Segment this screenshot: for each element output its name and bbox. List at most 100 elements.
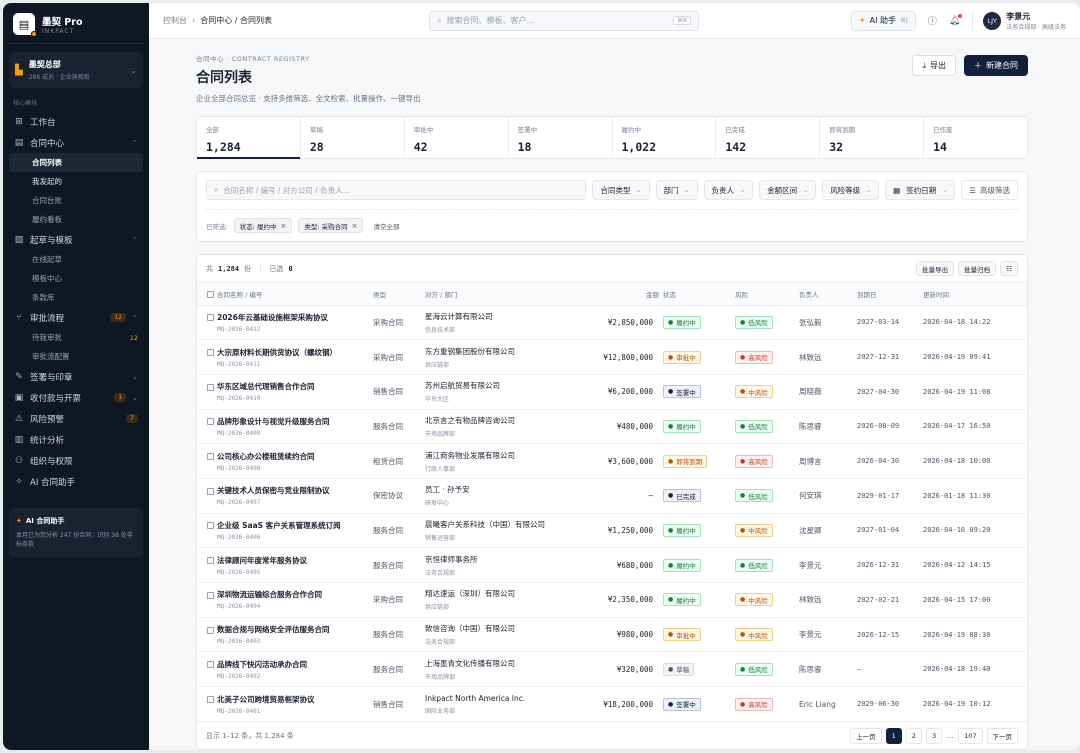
page-button[interactable]: 1	[885, 727, 902, 744]
user-menu[interactable]: LJY 李景元 法务合规部 · 高级法务	[972, 10, 1066, 31]
table-row[interactable]: 数据合规与网络安全评估服务合同 MQ-2026-0403 服务合同 致信咨询（中国）有…	[197, 617, 1027, 653]
batch-archive-button[interactable]: 批量归档	[958, 261, 997, 276]
row-checkbox[interactable]	[207, 557, 214, 565]
filter-date-select[interactable]: ▦ 签约日期 ⌄	[885, 180, 956, 200]
contract-name[interactable]: 北美子公司跨境贸易框架协议	[217, 695, 315, 704]
sidebar-subitem-my-initiated[interactable]: 我发起的	[9, 172, 143, 191]
stat-signing[interactable]: 签署中 18	[509, 117, 613, 158]
column-header-risk[interactable]: 风险	[735, 283, 799, 306]
advanced-filter-button[interactable]: ☰ 高级筛选	[961, 180, 1018, 200]
page-button[interactable]: 107	[958, 727, 983, 744]
contract-name[interactable]: 华东区域总代理销售合作合同	[217, 382, 315, 391]
row-checkbox[interactable]	[207, 314, 214, 322]
filter-risk-select[interactable]: 风险等级 ⌄	[822, 180, 880, 200]
page-button[interactable]: 2	[905, 727, 922, 744]
row-checkbox[interactable]	[207, 591, 214, 599]
next-page-button[interactable]: 下一页	[986, 727, 1018, 744]
sidebar-item-stats[interactable]: ▥ 统计分析	[9, 429, 143, 450]
bell-icon[interactable]: 🔔︎	[949, 13, 963, 26]
contract-name[interactable]: 企业级 SaaS 客户关系管理系统订阅	[217, 521, 341, 530]
table-row[interactable]: 企业级 SaaS 客户关系管理系统订阅 MQ-2026-0406 服务合同 晨曦客户关…	[197, 513, 1027, 549]
row-checkbox[interactable]	[207, 626, 214, 634]
filter-owner-select[interactable]: 负责人 ⌄	[703, 180, 754, 200]
stat-approving[interactable]: 审批中 42	[405, 117, 509, 158]
column-header-due[interactable]: 到期日	[857, 283, 923, 306]
contract-search-input[interactable]: ⌕ 合同名称 / 编号 / 对方公司 / 负责人...	[206, 180, 587, 200]
contract-name[interactable]: 法律顾问年度常年服务协议	[217, 556, 307, 565]
table-row[interactable]: 品牌形象设计与视觉升级服务合同 MQ-2026-0409 服务合同 北京言之有物品牌咨…	[197, 409, 1027, 445]
sidebar-subitem-contract-list[interactable]: 合同列表	[9, 153, 143, 172]
contract-name[interactable]: 关键技术人员保密与竞业限制协议	[217, 486, 330, 495]
contract-name[interactable]: 公司核心办公楼租赁续约合同	[217, 452, 315, 461]
close-icon[interactable]: ×	[352, 222, 358, 230]
column-header-owner[interactable]: 负责人	[799, 283, 857, 306]
sidebar-subitem-ledger[interactable]: 合同台账	[9, 191, 143, 210]
table-row[interactable]: 北美子公司跨境贸易框架协议 MQ-2026-0401 销售合同 Inkpact Nor…	[197, 687, 1027, 722]
column-header-updated[interactable]: 更新时间	[923, 283, 1027, 306]
sidebar-item-ai[interactable]: ✧ AI 合同助手	[9, 471, 143, 492]
select-all-checkbox[interactable]	[207, 291, 214, 299]
table-row[interactable]: 法律顾问年度常年服务协议 MQ-2026-0405 服务合同 京恒律师事务所 法务合规部…	[197, 547, 1027, 583]
brand[interactable]: ▤ 墨契 Pro INKPACT	[9, 11, 143, 44]
sidebar-item-payment[interactable]: ▣ 收付款与开票 1 ⌄	[9, 387, 143, 408]
column-header-amount[interactable]: 金额	[575, 283, 663, 306]
row-checkbox[interactable]	[207, 453, 214, 461]
close-icon[interactable]: ×	[280, 222, 286, 230]
table-row[interactable]: 公司核心办公楼租赁续约合同 MQ-2026-0408 租赁合同 浦江商务物业发展有限公…	[197, 443, 1027, 479]
sidebar-subitem-clauses[interactable]: 条款库	[9, 288, 143, 307]
table-row[interactable]: 华东区域总代理销售合作合同 MQ-2026-0410 销售合同 苏州启航贸易有限公司华…	[197, 374, 1027, 410]
row-checkbox[interactable]	[207, 487, 214, 495]
help-icon[interactable]: ⓘ	[928, 14, 937, 27]
sidebar-subitem-performance[interactable]: 履约看板	[9, 210, 143, 229]
contract-name[interactable]: 品牌线下快闪活动承办合同	[217, 660, 307, 669]
sidebar-item-approval[interactable]: ⑂ 审批流程 12 ⌃	[9, 307, 143, 328]
sidebar-item-risk[interactable]: ⚠ 风险预警 7	[9, 408, 143, 429]
stat-expiring[interactable]: 即将到期 32	[820, 117, 925, 158]
contract-name[interactable]: 品牌形象设计与视觉升级服务合同	[217, 417, 330, 426]
ai-assistant-button[interactable]: ✦ AI 助手 ⌘J	[850, 10, 916, 31]
ai-summary-card[interactable]: ✦ AI 合同助手 本月已为您分析 247 份合同，识别 38 处非标条款	[9, 508, 143, 557]
breadcrumb-root[interactable]: 控制台	[163, 15, 187, 26]
column-header-type[interactable]: 类型	[373, 283, 425, 306]
stat-voided[interactable]: 已作废 14	[924, 117, 1027, 158]
contract-name[interactable]: 2026年云基础设施框架采购协议	[217, 313, 328, 322]
table-row[interactable]: 2026年云基础设施框架采购协议 MQ-2026-0412 采购合同 星海云计算有限公…	[197, 305, 1027, 341]
stat-performing[interactable]: 履约中 1,022	[613, 117, 717, 158]
filter-dept-select[interactable]: 部门 ⌄	[655, 180, 698, 200]
row-checkbox[interactable]	[207, 696, 214, 704]
stat-all[interactable]: 全部 1,284	[197, 117, 301, 159]
batch-export-button[interactable]: 批量导出	[916, 261, 955, 276]
new-contract-button[interactable]: ＋ 新建合同	[964, 55, 1028, 76]
sidebar-item-workbench[interactable]: ⊞ 工作台	[9, 111, 143, 132]
org-switcher[interactable]: ▙ 墨契总部 286 成员 · 企业旗舰版 ⌄	[9, 52, 143, 88]
sidebar-item-draft[interactable]: ▧ 起草与模板 ⌃	[9, 229, 143, 250]
sidebar-subitem-flow-config[interactable]: 审批流配置	[9, 347, 143, 366]
row-checkbox[interactable]	[207, 661, 214, 669]
table-row[interactable]: 关键技术人员保密与竞业限制协议 MQ-2026-0407 保密协议 员工 · 孙予安研…	[197, 478, 1027, 514]
sidebar-item-org-perm[interactable]: ⚇ 组织与权限	[9, 450, 143, 471]
row-checkbox[interactable]	[207, 383, 214, 391]
table-row[interactable]: 品牌线下快闪活动承办合同 MQ-2026-0402 服务合同 上海墨青文化传播有限公司…	[197, 651, 1027, 688]
row-checkbox[interactable]	[207, 522, 214, 530]
contract-name[interactable]: 数据合规与网络安全评估服务合同	[217, 625, 330, 634]
sidebar-subitem-online-draft[interactable]: 在线起草	[9, 250, 143, 269]
stat-completed[interactable]: 已完成 142	[716, 117, 821, 158]
row-checkbox[interactable]	[207, 349, 214, 357]
global-search-input[interactable]: ⌕ 搜索合同、模板、客户... ⌘K	[429, 10, 699, 31]
export-button[interactable]: ⤓ 导出	[912, 55, 956, 76]
sidebar-subitem-template[interactable]: 模板中心	[9, 269, 143, 288]
contract-name[interactable]: 深圳物流运输综合服务合作合同	[217, 590, 322, 599]
clear-filters-link[interactable]: 清空全部	[373, 221, 399, 231]
column-header-status[interactable]: 状态	[663, 283, 735, 306]
filter-type-select[interactable]: 合同类型 ⌄	[592, 180, 650, 200]
filter-amount-select[interactable]: 金额区间 ⌄	[759, 180, 817, 200]
column-header-counterparty[interactable]: 对方 / 部门	[425, 283, 575, 306]
page-button[interactable]: 3	[925, 727, 943, 744]
row-checkbox[interactable]	[207, 418, 214, 426]
contract-name[interactable]: 大宗原材料长期供货协议（螺纹钢）	[217, 348, 337, 357]
column-header-name[interactable]: 合同名称 / 编号	[197, 283, 373, 306]
stat-draft[interactable]: 草稿 28	[301, 117, 405, 158]
prev-page-button[interactable]: 上一页	[850, 727, 882, 744]
table-row[interactable]: 深圳物流运输综合服务合作合同 MQ-2026-0404 采购合同 翔达速运（深圳）有限…	[197, 582, 1027, 618]
sidebar-item-sign[interactable]: ✎ 签署与印章 ⌄	[9, 366, 143, 387]
